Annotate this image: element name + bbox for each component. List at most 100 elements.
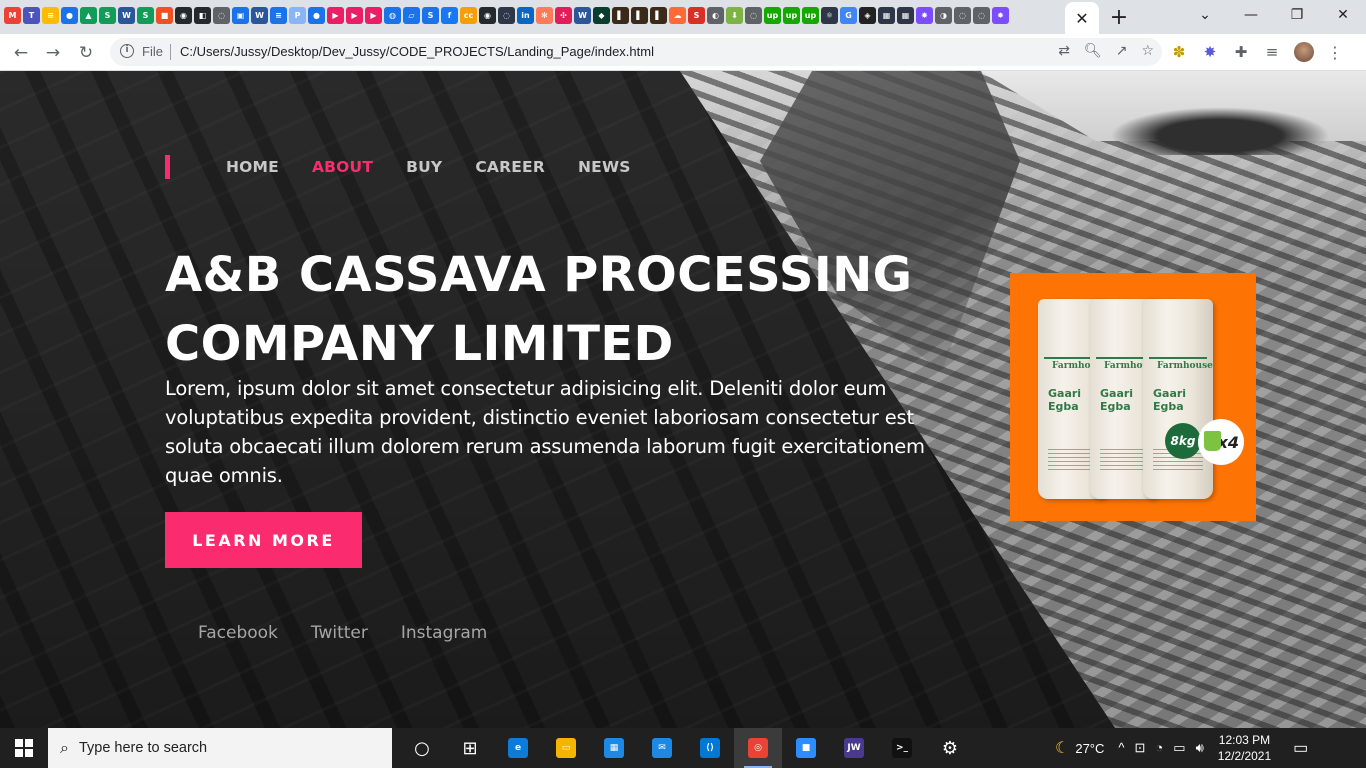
bookmark-star-icon[interactable]: ☆	[1141, 43, 1154, 59]
pinned-tab-favicon[interactable]: ■	[156, 7, 173, 24]
vscode-taskbar-icon[interactable]: ⟨⟩	[686, 728, 734, 768]
forward-icon[interactable]: →	[40, 40, 66, 66]
pinned-tab-favicon[interactable]: S	[422, 7, 439, 24]
url-text[interactable]: C:/Users/Jussy/Desktop/Dev_Jussy/CODE_PR…	[180, 44, 654, 59]
zoom-icon[interactable]: 🔍︎	[1084, 43, 1102, 59]
pinned-tab-favicon[interactable]: ⬇	[726, 7, 743, 24]
show-hidden-icons-icon[interactable]: ^	[1118, 740, 1124, 756]
nav-buy[interactable]: BUY	[406, 158, 442, 176]
pinned-tab-favicon[interactable]: ✸	[916, 7, 933, 24]
zoom-taskbar-icon[interactable]: ■	[782, 728, 830, 768]
edge-taskbar-icon[interactable]: e	[494, 728, 542, 768]
clock[interactable]: 12:03 PM 12/2/2021	[1218, 732, 1271, 764]
pinned-tab-favicon[interactable]: ◑	[935, 7, 952, 24]
puzzle-icon[interactable]: ✚	[1232, 43, 1250, 61]
pinned-tab-favicon[interactable]: W	[118, 7, 135, 24]
pinned-tab-favicon[interactable]: S	[137, 7, 154, 24]
pinned-tab-favicon[interactable]: ●	[61, 7, 78, 24]
pinned-tab-favicon[interactable]: ▦	[878, 7, 895, 24]
reading-list-icon[interactable]: ≡	[1263, 43, 1281, 61]
pinned-tab-favicon[interactable]: W	[251, 7, 268, 24]
maximize-icon[interactable]: ❐	[1274, 0, 1320, 30]
notifications-icon[interactable]: ▭	[1293, 738, 1308, 758]
weather-widget[interactable]: ☾ 27°C	[1055, 738, 1104, 758]
site-info-icon[interactable]: i	[120, 44, 134, 58]
pinned-tab-favicon[interactable]: W	[574, 7, 591, 24]
pinned-tab-favicon[interactable]: ▶	[346, 7, 363, 24]
meet-icon[interactable]: ⊡	[1135, 740, 1146, 756]
pinned-tab-favicon[interactable]: up	[783, 7, 800, 24]
extension-icon[interactable]: ✽	[1170, 43, 1188, 61]
pinned-tab-favicon[interactable]: ≡	[270, 7, 287, 24]
wifi-icon[interactable]: ◔	[1155, 740, 1163, 756]
pinned-tab-favicon[interactable]: up	[764, 7, 781, 24]
pinned-tab-favicon[interactable]: ≡	[42, 7, 59, 24]
pinned-tab-favicon[interactable]: in	[517, 7, 534, 24]
menu-kebab-icon[interactable]: ⋮	[1327, 43, 1343, 62]
facebook-link[interactable]: Facebook	[198, 623, 278, 643]
extension-icon[interactable]: ✸	[1201, 43, 1219, 61]
chrome-taskbar-icon[interactable]: ◎	[734, 728, 782, 768]
translate-icon[interactable]: ⇄	[1058, 43, 1070, 59]
taskbar-search[interactable]: ⌕ Type here to search	[48, 728, 392, 768]
pinned-tab-favicon[interactable]: ◌	[954, 7, 971, 24]
pinned-tab-favicon[interactable]: cc	[460, 7, 477, 24]
widgets-taskbar-icon[interactable]: ⊞	[446, 728, 494, 768]
pinned-tab-favicon[interactable]: ●	[308, 7, 325, 24]
pinned-tab-favicon[interactable]: ✣	[555, 7, 572, 24]
pinned-tab-favicon[interactable]: ▱	[403, 7, 420, 24]
pinned-tab-favicon[interactable]: S	[688, 7, 705, 24]
pinned-tab-favicon[interactable]: up	[802, 7, 819, 24]
store-taskbar-icon[interactable]: ▦	[590, 728, 638, 768]
pinned-tab-favicon[interactable]: M	[4, 7, 21, 24]
jw-taskbar-icon[interactable]: JW	[830, 728, 878, 768]
tab-close-icon[interactable]: ✕	[1075, 9, 1088, 28]
nav-news[interactable]: NEWS	[578, 158, 631, 176]
pinned-tab-favicon[interactable]: ◧	[194, 7, 211, 24]
minimize-icon[interactable]: —	[1228, 0, 1274, 30]
learn-more-button[interactable]: LEARN MORE	[165, 512, 362, 568]
nav-about[interactable]: ABOUT	[312, 158, 373, 176]
pinned-tab-favicon[interactable]: ◌	[745, 7, 762, 24]
pinned-tab-favicon[interactable]: ▌	[631, 7, 648, 24]
battery-icon[interactable]: ▭	[1173, 740, 1185, 756]
pinned-tab-favicon[interactable]: f	[441, 7, 458, 24]
pinned-tab-favicon[interactable]: ⚛	[821, 7, 838, 24]
pinned-tab-favicon[interactable]: ◐	[707, 7, 724, 24]
pinned-tab-favicon[interactable]: ▣	[232, 7, 249, 24]
nav-career[interactable]: CAREER	[475, 158, 545, 176]
back-icon[interactable]: ←	[8, 40, 34, 66]
pinned-tab-favicon[interactable]: ◌	[213, 7, 230, 24]
pinned-tab-favicon[interactable]: ◆	[593, 7, 610, 24]
pinned-tab-favicon[interactable]: ▶	[327, 7, 344, 24]
instagram-link[interactable]: Instagram	[401, 623, 488, 643]
close-window-icon[interactable]: ✕	[1320, 0, 1366, 30]
pinned-tab-favicon[interactable]: ▲	[80, 7, 97, 24]
settings-taskbar-icon[interactable]: ⚙	[926, 728, 974, 768]
nav-home[interactable]: HOME	[226, 158, 279, 176]
twitter-link[interactable]: Twitter	[311, 623, 368, 643]
pinned-tab-favicon[interactable]: ☁	[669, 7, 686, 24]
pinned-tab-favicon[interactable]: T	[23, 7, 40, 24]
start-button[interactable]	[0, 728, 48, 768]
pinned-tab-favicon[interactable]: ◉	[479, 7, 496, 24]
mail-taskbar-icon[interactable]: ✉	[638, 728, 686, 768]
pinned-tab-favicon[interactable]: ◉	[175, 7, 192, 24]
reload-icon[interactable]: ↻	[73, 40, 99, 66]
volume-icon[interactable]: 🔊︎	[1196, 740, 1204, 756]
active-tab[interactable]: ✕	[1065, 2, 1099, 34]
file-explorer-taskbar-icon[interactable]: ▭	[542, 728, 590, 768]
tab-search-icon[interactable]: ⌄	[1182, 0, 1228, 30]
pinned-tab-favicon[interactable]: ◈	[859, 7, 876, 24]
pinned-tab-favicon[interactable]: ▦	[897, 7, 914, 24]
terminal-taskbar-icon[interactable]: >_	[878, 728, 926, 768]
pinned-tab-favicon[interactable]: ◍	[384, 7, 401, 24]
share-icon[interactable]: ↗	[1116, 43, 1128, 59]
pinned-tab-favicon[interactable]: S	[99, 7, 116, 24]
new-tab-button[interactable]: +	[1105, 4, 1133, 30]
profile-avatar[interactable]	[1294, 42, 1314, 62]
pinned-tab-favicon[interactable]: ◌	[973, 7, 990, 24]
pinned-tab-favicon[interactable]: ◌	[498, 7, 515, 24]
task-view-taskbar-icon[interactable]: ○	[398, 728, 446, 768]
address-bar[interactable]: i File C:/Users/Jussy/Desktop/Dev_Jussy/…	[110, 38, 1162, 66]
